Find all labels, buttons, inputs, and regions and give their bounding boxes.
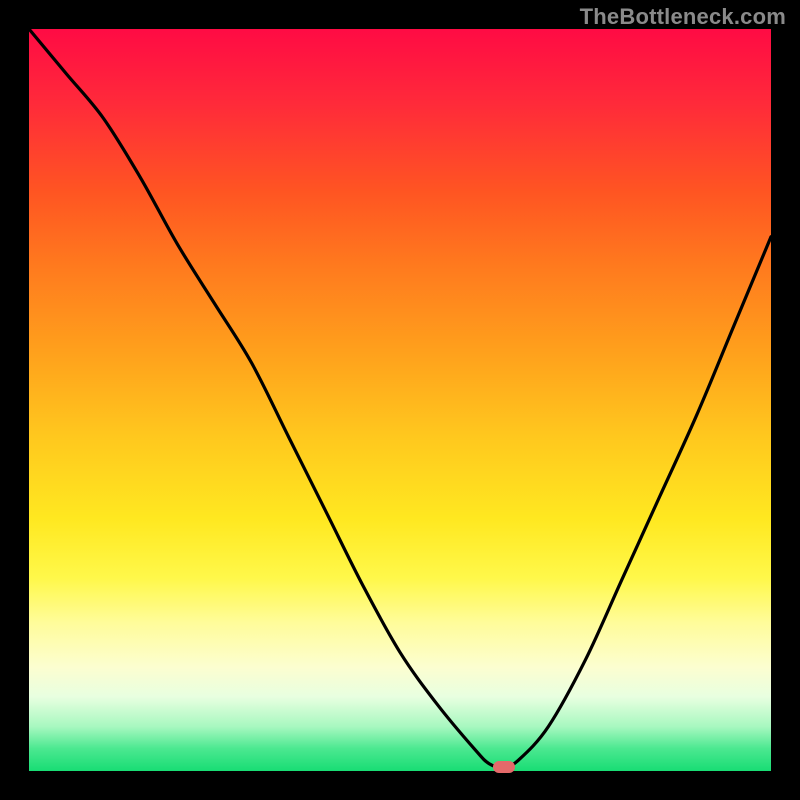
plot-area	[29, 29, 771, 771]
chart-frame: TheBottleneck.com	[0, 0, 800, 800]
optimal-marker	[493, 761, 515, 773]
bottleneck-curve	[29, 29, 771, 771]
watermark-text: TheBottleneck.com	[580, 4, 786, 30]
